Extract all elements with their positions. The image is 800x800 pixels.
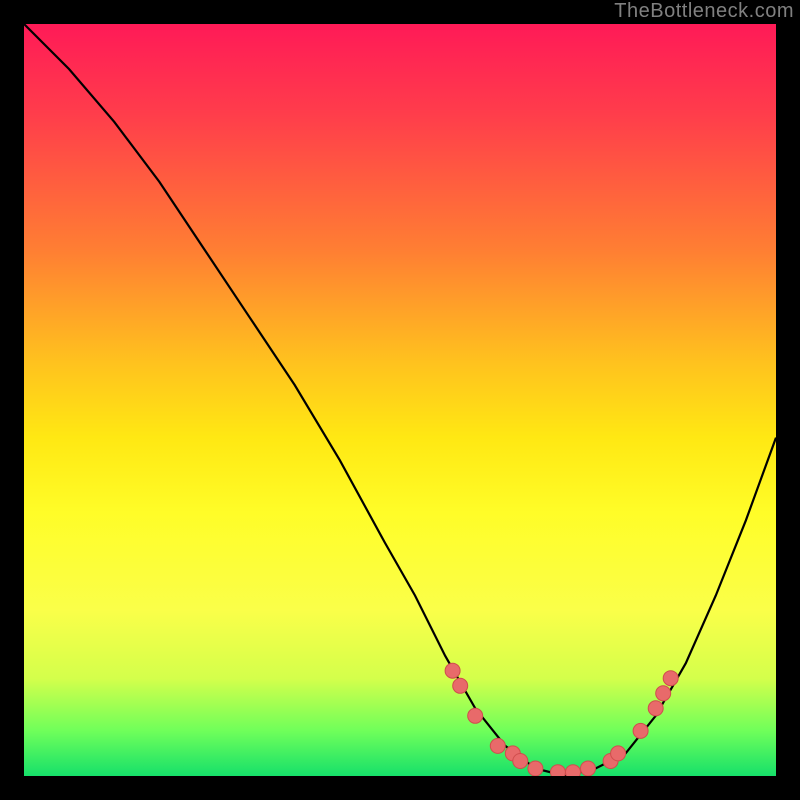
data-marker bbox=[663, 671, 678, 686]
source-attribution: TheBottleneck.com bbox=[614, 0, 794, 23]
chart-area bbox=[22, 22, 778, 778]
data-marker bbox=[550, 765, 565, 776]
bottleneck-curve bbox=[24, 24, 776, 776]
data-markers bbox=[445, 663, 678, 776]
data-marker bbox=[528, 761, 543, 776]
data-marker bbox=[656, 686, 671, 701]
data-marker bbox=[513, 754, 528, 769]
data-marker bbox=[490, 738, 505, 753]
data-marker bbox=[581, 761, 596, 776]
data-marker bbox=[648, 701, 663, 716]
data-marker bbox=[566, 765, 581, 776]
data-marker bbox=[611, 746, 626, 761]
data-marker bbox=[468, 708, 483, 723]
data-marker bbox=[633, 723, 648, 738]
chart-svg bbox=[24, 24, 776, 776]
data-marker bbox=[445, 663, 460, 678]
data-marker bbox=[453, 678, 468, 693]
